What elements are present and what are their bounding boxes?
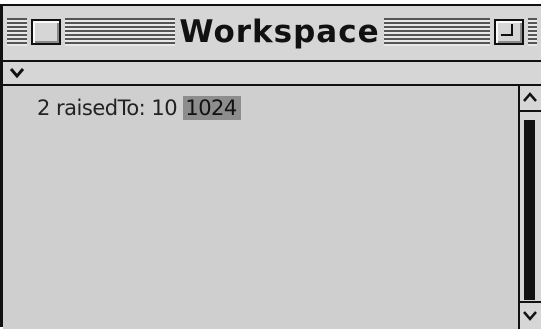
arrow-down-icon	[523, 311, 537, 321]
workspace-window: Workspace 2 raisedTo: 10 1024	[0, 4, 541, 329]
vertical-scrollbar[interactable]	[518, 86, 541, 329]
zoom-box-inner-square	[501, 24, 513, 36]
chevron-down-icon[interactable]	[9, 66, 25, 80]
code-expression: 2 raisedTo: 10	[37, 96, 184, 120]
window-title-container: Workspace	[175, 12, 384, 52]
close-box-icon[interactable]	[27, 15, 65, 49]
title-bar[interactable]: Workspace	[3, 6, 541, 62]
scroll-track[interactable]	[524, 120, 535, 300]
scroll-down-button[interactable]	[520, 301, 541, 329]
window-title: Workspace	[179, 14, 380, 50]
code-line: 2 raisedTo: 10 1024	[37, 94, 241, 122]
code-result-selection[interactable]: 1024	[183, 96, 241, 120]
workspace-text-pane[interactable]: 2 raisedTo: 10 1024	[3, 86, 518, 329]
pane-menu-strip	[3, 62, 541, 86]
arrow-up-icon	[523, 92, 537, 102]
scroll-up-button[interactable]	[520, 86, 541, 112]
zoom-box-icon[interactable]	[490, 15, 528, 49]
